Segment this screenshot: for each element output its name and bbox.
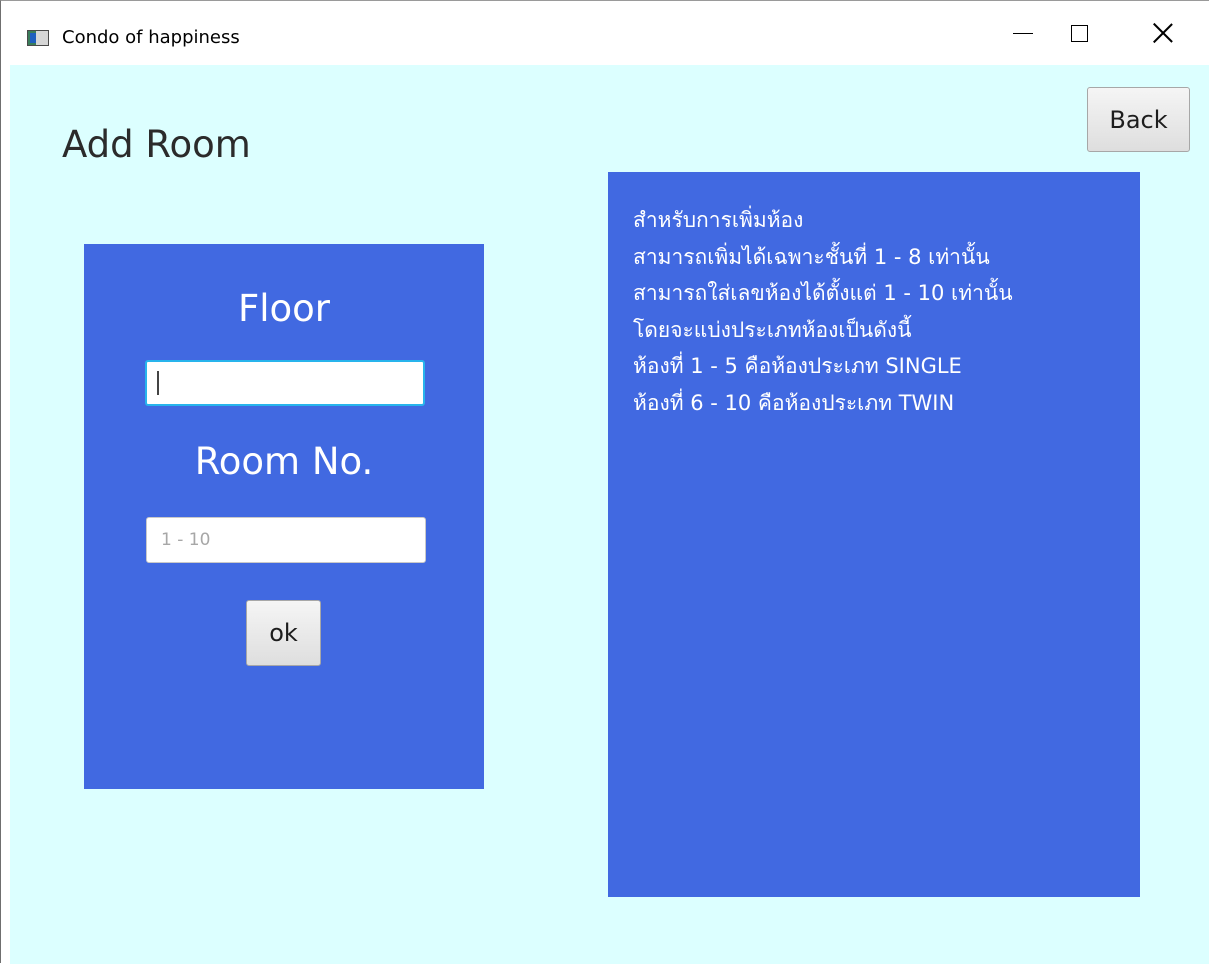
info-line: ห้องที่ 1 - 5 คือห้องประเภท SINGLE [633, 354, 962, 378]
room-number-input[interactable] [146, 517, 426, 563]
info-line: ห้องที่ 6 - 10 คือห้องประเภท TWIN [633, 390, 955, 415]
info-text: สำหรับการเพิ่มห้อง สามารถเพิ่มได้เฉพาะชั… [633, 202, 1013, 421]
minimize-button[interactable] [995, 1, 1051, 65]
maximize-button[interactable] [1051, 1, 1107, 65]
maximize-icon [1070, 24, 1088, 42]
close-button[interactable] [1135, 1, 1191, 65]
title-bar[interactable]: Condo of happiness [1, 1, 1209, 65]
text-caret [157, 371, 159, 395]
window-title: Condo of happiness [62, 27, 240, 48]
back-button[interactable]: Back [1087, 87, 1190, 152]
info-line: สามารถใส่เลขห้องได้ตั้งแต่ 1 - 10 เท่านั… [633, 281, 1013, 305]
app-window-icon [27, 30, 49, 46]
page-title: Add Room [62, 123, 251, 166]
app-window: Condo of happiness Add Room Back Floor R… [0, 0, 1209, 964]
close-icon [1152, 22, 1174, 44]
room-number-label: Room No. [194, 440, 374, 483]
info-panel: สำหรับการเพิ่มห้อง สามารถเพิ่มได้เฉพาะชั… [608, 172, 1140, 897]
info-line: สามารถเพิ่มได้เฉพาะชั้นที่ 1 - 8 เท่านั้… [633, 244, 990, 269]
add-room-form-panel: Floor Room No. ok [84, 244, 484, 789]
ok-button[interactable]: ok [246, 600, 321, 666]
floor-input[interactable] [145, 360, 425, 406]
floor-label: Floor [237, 287, 331, 330]
info-line: โดยจะแบ่งประเภทห้องเป็นดังนี้ [633, 317, 912, 342]
minimize-icon [1013, 32, 1033, 34]
info-line: สำหรับการเพิ่มห้อง [633, 208, 804, 232]
content-area: Add Room Back Floor Room No. ok สำหรับกา… [10, 65, 1209, 964]
